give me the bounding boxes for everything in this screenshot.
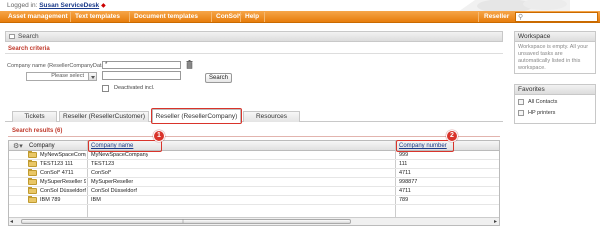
main-navigation: Asset management Text templates Document… [0, 11, 600, 23]
cell-company-number: 999 [399, 152, 409, 158]
cell-company-name: ConSol* [91, 170, 112, 176]
status-dot-icon: ◆ [101, 3, 106, 9]
cell-company-number: 111 [399, 161, 408, 167]
trash-icon[interactable] [186, 60, 193, 69]
column-highlight-outline [88, 140, 162, 152]
table-row[interactable]: ConSol Düsseldorf 4711 ConSol Düsseldorf… [9, 187, 499, 196]
scrollbar-thumb[interactable]: ⦙⦙ [21, 219, 351, 225]
favorite-item-all-contacts[interactable]: All Contacts [518, 99, 594, 107]
cell-company[interactable]: ConSol* 4711 [40, 170, 86, 176]
grip-icon: ⦙⦙ [182, 219, 185, 225]
nav-separator [478, 12, 479, 22]
favorite-item-hp-printers[interactable]: HP printers [518, 110, 594, 118]
folder-icon [28, 179, 37, 185]
table-row[interactable]: ConSol* 4711 ConSol* 4711 [9, 169, 499, 178]
favorites-title: Favorites [515, 85, 595, 95]
operator-select[interactable]: Please select [26, 72, 89, 81]
cell-company[interactable]: IBM 789 [40, 197, 86, 203]
panel-collapse-icon[interactable] [9, 34, 15, 39]
favorite-item-label: All Contacts [528, 99, 558, 105]
folder-icon [518, 99, 524, 105]
favorite-item-label: HP printers [528, 110, 556, 116]
nav-separator [211, 12, 212, 22]
folder-icon [518, 110, 524, 116]
table-row[interactable]: MyNewSpaceCompany 999 MyNewSpaceCompany … [9, 151, 499, 160]
nav-help[interactable]: Help [245, 13, 259, 20]
workspace-panel: Workspace Workspace is empty. All your u… [514, 31, 596, 74]
nav-consol[interactable]: ConSol* [216, 13, 241, 20]
tab-resources[interactable]: Resources [243, 111, 300, 122]
nav-separator [70, 12, 71, 22]
table-row[interactable]: IBM 789 IBM 789 [9, 196, 499, 205]
folder-icon [28, 170, 37, 176]
callout-badge: 1 [153, 130, 165, 142]
cell-company-name: TEST123 [91, 161, 115, 167]
cell-company[interactable]: TEST123 111 [40, 161, 86, 167]
nav-separator [240, 12, 241, 22]
login-prefix: Logged in: [7, 2, 38, 9]
nav-asset-management[interactable]: Asset management [8, 13, 68, 20]
cell-company-name: ConSol Düsseldorf [91, 188, 137, 194]
company-name-label: Company name (ResellerCompanyData) [7, 63, 107, 69]
search-criteria-title: Search criteria [8, 46, 50, 52]
gear-icon[interactable]: ⚙▾ [13, 142, 23, 150]
cell-company-number: 4711 [399, 188, 411, 194]
tab-highlight-outline [151, 108, 242, 124]
cell-company-name: MyNewSpaceCompany [91, 152, 149, 158]
quick-search-input[interactable]: ⚲ [515, 12, 598, 22]
folder-icon [28, 161, 37, 167]
cell-company[interactable]: ConSol Düsseldorf 4711 [40, 188, 86, 194]
company-name-input[interactable]: * [102, 61, 181, 69]
nav-reseller[interactable]: Reseller [484, 13, 509, 20]
logged-in-user-link[interactable]: Susan ServiceDesk [39, 2, 99, 9]
cell-company-name: MySuperReseller [91, 179, 134, 185]
cell-company[interactable]: MyNewSpaceCompany 999 [40, 152, 86, 158]
callout-badge: 2 [446, 130, 458, 142]
column-highlight-outline [396, 140, 454, 152]
top-bar: Logged in: Susan ServiceDesk ◆ [0, 0, 600, 14]
workspace-empty-text: Workspace is empty. All your unsaved tas… [518, 44, 589, 71]
folder-icon [28, 197, 37, 203]
search-button[interactable]: Search [205, 73, 232, 83]
operator-select-button[interactable] [88, 72, 97, 81]
divider [5, 53, 503, 54]
cell-company-number: 789 [399, 197, 409, 203]
folder-icon [28, 188, 37, 194]
nav-text-templates[interactable]: Text templates [75, 13, 120, 20]
search-panel-header[interactable]: Search [5, 31, 503, 42]
chevron-down-icon [91, 76, 95, 79]
scroll-left-icon[interactable]: ◂ [10, 218, 13, 225]
cell-company-number: 998877 [399, 179, 418, 185]
folder-icon [28, 152, 37, 158]
cell-company[interactable]: MySuperReseller 998877 [40, 179, 86, 185]
workspace-title: Workspace [515, 32, 595, 42]
deactivated-label: Deactivated incl. [114, 85, 155, 91]
search-value-input[interactable] [102, 71, 181, 80]
favorites-panel: Favorites All Contacts HP printers [514, 84, 596, 124]
tab-reseller-customer[interactable]: Reseller (ResellerCustomer) [59, 111, 149, 122]
divider [8, 136, 500, 137]
results-table: ⚙▾ Company Company name Company number M… [8, 140, 500, 226]
scroll-right-icon[interactable]: ▸ [494, 218, 497, 225]
table-row[interactable]: MySuperReseller 998877 MySuperReseller 9… [9, 178, 499, 187]
search-icon: ⚲ [518, 14, 524, 21]
tab-tickets[interactable]: Tickets [12, 111, 57, 122]
cell-company-number: 4711 [399, 170, 411, 176]
table-row[interactable]: TEST123 111 TEST123 111 [9, 160, 499, 169]
nav-separator [264, 12, 265, 22]
cell-company-name: IBM [91, 197, 101, 203]
search-panel-title: Search [18, 33, 39, 40]
search-results-title: Search results (6) [12, 128, 63, 134]
login-info: Logged in: Susan ServiceDesk ◆ [7, 2, 106, 9]
horizontal-scrollbar[interactable]: ◂ ⦙⦙ ▸ [9, 217, 499, 225]
nav-separator [129, 12, 130, 22]
column-header-company[interactable]: Company [29, 143, 55, 149]
deactivated-checkbox[interactable] [102, 85, 109, 92]
nav-document-templates[interactable]: Document templates [134, 13, 198, 20]
